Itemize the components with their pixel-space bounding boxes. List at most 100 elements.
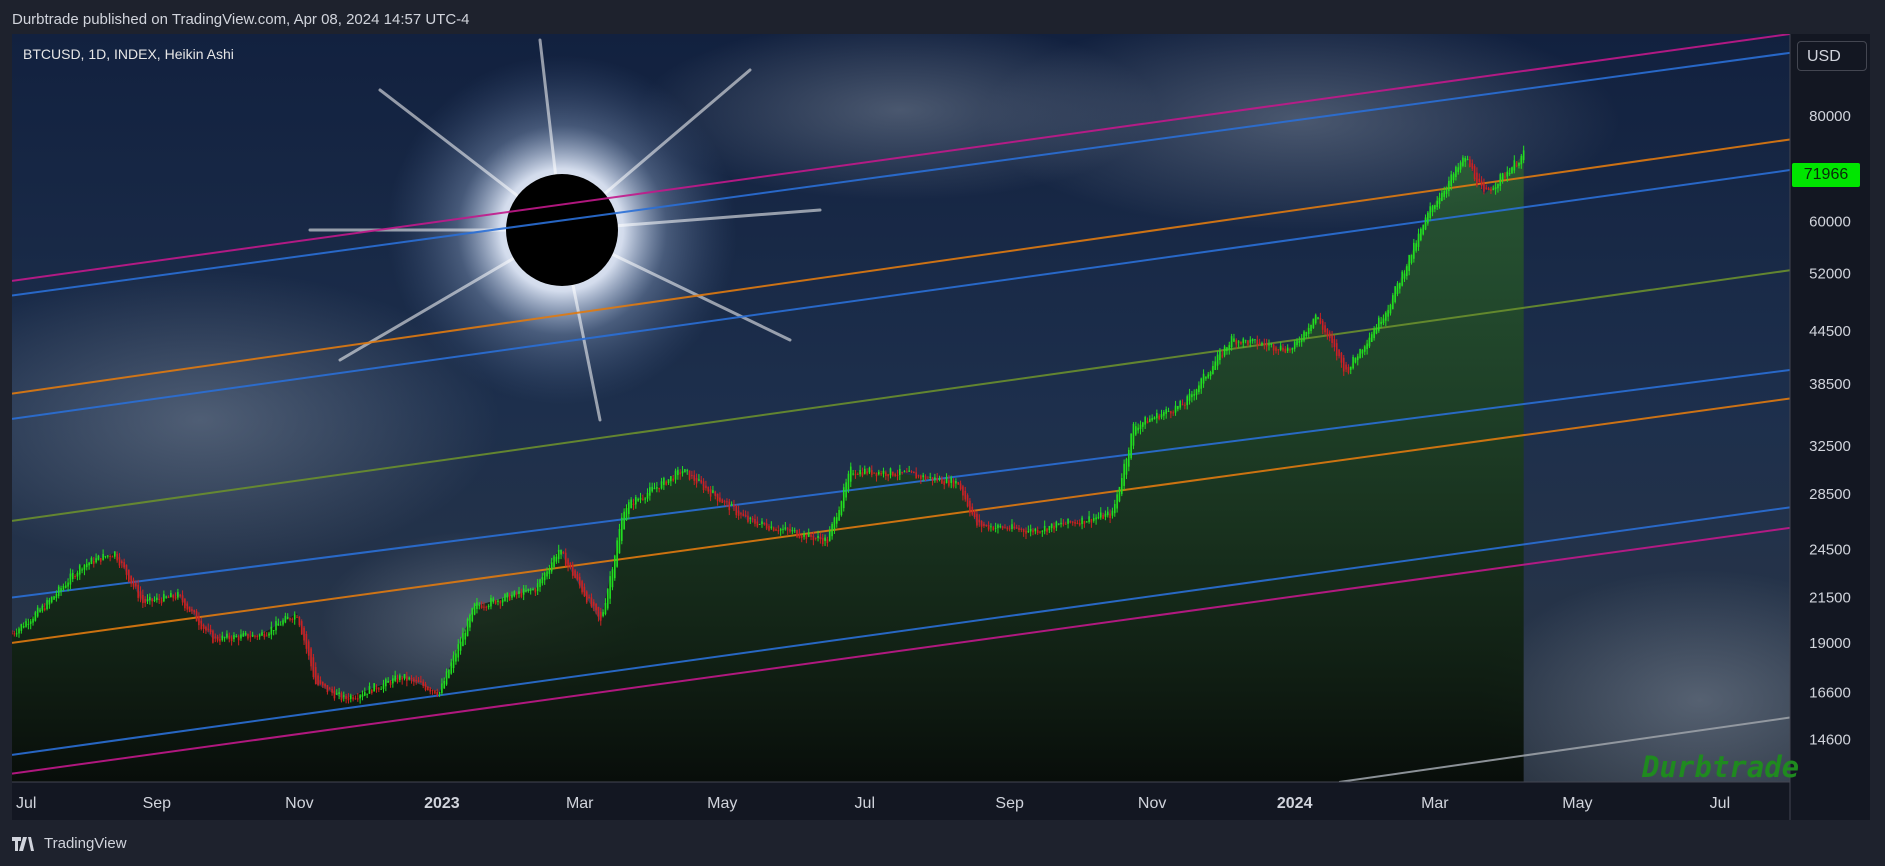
candle-body (1356, 356, 1359, 361)
candle-body (574, 570, 576, 578)
candle-body (1226, 347, 1228, 351)
candle-body (581, 581, 583, 593)
candle-body (1013, 526, 1016, 529)
x-tick-label: Nov (285, 795, 313, 812)
candle-body (165, 596, 168, 598)
candle-body (1520, 155, 1523, 165)
price-axis[interactable] (1790, 34, 1870, 820)
tradingview-logo-icon (12, 836, 34, 851)
candle-body (97, 555, 100, 561)
candle-body (1490, 189, 1492, 192)
candle-body (1088, 516, 1090, 522)
candle-body (948, 480, 950, 486)
candle-body (1163, 411, 1165, 416)
candle-body (319, 680, 322, 684)
candle-body (929, 476, 932, 478)
candle-body (1212, 365, 1214, 375)
candle-body (1076, 522, 1079, 524)
candle-body (307, 641, 310, 656)
time-axis[interactable] (12, 782, 1790, 820)
candle-body (385, 679, 387, 687)
candle-body (48, 600, 51, 605)
candle-body (1391, 295, 1394, 310)
candle-body (1515, 165, 1518, 167)
candle-body (719, 497, 721, 502)
candle-body (1167, 410, 1170, 412)
candle-body (265, 635, 268, 637)
candle-body (109, 555, 111, 557)
candle-body (490, 597, 492, 607)
candle-body (803, 533, 805, 537)
candle-body (1090, 519, 1093, 523)
candle-body (501, 599, 504, 603)
candle-body (188, 606, 191, 612)
footer-brand[interactable]: TradingView (44, 835, 127, 852)
candle-body (765, 523, 768, 529)
candle-body (658, 487, 661, 490)
candle-body (1184, 404, 1186, 406)
candle-body (1424, 217, 1427, 230)
candle-body (1452, 174, 1455, 181)
candle-body (630, 499, 632, 509)
symbol-label[interactable]: BTCUSD, 1D, INDEX, Heikin Ashi (23, 46, 234, 62)
candle-body (1249, 339, 1252, 343)
candle-body (1036, 530, 1039, 534)
candle-body (747, 515, 749, 522)
candle-body (1462, 157, 1464, 166)
candle-body (90, 557, 93, 564)
candle-body (616, 540, 618, 567)
candle-body (969, 500, 971, 513)
candle-body (370, 689, 373, 694)
candle-body (1338, 349, 1340, 357)
candle-body (609, 576, 611, 599)
candle-body (71, 572, 74, 580)
candle-body (1380, 321, 1382, 325)
candle-body (1335, 343, 1338, 356)
candle-body (15, 633, 18, 635)
x-tick-label: Mar (566, 795, 594, 812)
candle-body (1317, 317, 1319, 319)
candle-body (1137, 427, 1139, 431)
candle-body (1410, 254, 1413, 263)
candle-body (478, 605, 481, 607)
candle-body (170, 593, 172, 598)
price-chart[interactable]: 8000068000600005200044500385003250028500… (0, 0, 1885, 866)
candle-body (1069, 521, 1072, 523)
candle-body (1151, 418, 1153, 421)
currency-button[interactable]: USD (1797, 41, 1867, 71)
candle-body (611, 569, 614, 588)
candle-body (282, 620, 284, 625)
candle-body (1522, 150, 1525, 161)
candle-body (158, 598, 161, 601)
candle-body (289, 618, 291, 620)
candle-body (83, 564, 86, 570)
candle-body (849, 466, 852, 482)
candle-body (807, 532, 810, 538)
candle-body (321, 681, 324, 686)
y-tick-label: 24500 (1809, 542, 1851, 559)
candle-body (179, 594, 182, 596)
candle-body (1172, 412, 1175, 414)
candle-body (985, 524, 988, 526)
candle-body (847, 473, 850, 490)
candle-body (473, 603, 476, 615)
candle-body (1230, 336, 1233, 348)
candle-body (980, 521, 983, 527)
candle-body (1469, 159, 1471, 168)
candle-body (1307, 328, 1310, 335)
candle-body (34, 612, 37, 621)
candle-body (938, 477, 941, 480)
candle-body (1333, 339, 1336, 348)
candle-body (821, 538, 824, 545)
candle-body (67, 582, 69, 587)
candle-body (1004, 527, 1006, 529)
candle-body (1471, 163, 1474, 169)
candle-body (111, 556, 114, 558)
candle-body (413, 678, 415, 682)
candle-body (1116, 494, 1118, 509)
candle-body (209, 629, 212, 633)
candle-body (1298, 341, 1301, 343)
candle-body (852, 473, 854, 475)
candle-body (1085, 521, 1088, 523)
candle-body (667, 479, 670, 484)
